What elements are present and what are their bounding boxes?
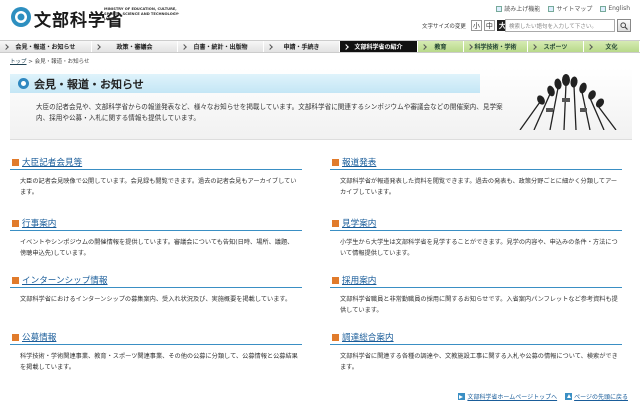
card-press-conference: 大臣記者会見等 大臣の記者会見映像で公開しています。会見録も閲覧できます。過去の…	[10, 155, 302, 198]
arrow-right-icon	[458, 393, 466, 400]
card-header: 見学案内	[330, 216, 622, 231]
text-size-switcher: 文字サイズの変更 小 中 大	[422, 20, 508, 31]
card-title-link[interactable]: 公募情報	[22, 331, 56, 343]
orange-bullet-icon	[12, 158, 19, 166]
home-link[interactable]: 文部科学省ホームページトップへ	[458, 392, 557, 401]
page-title-bar: 会見・報道・お知らせ	[10, 74, 480, 93]
card-description: 科学技術・学術関連事業、教育・スポーツ関連事業、その他の公募に分類して、公募情報…	[20, 353, 298, 371]
sitemap-link[interactable]: サイトマップ	[548, 4, 592, 13]
english-icon	[600, 5, 607, 12]
card-description: 文部科学省職員と非常勤職員の採用に関するお知らせです。入省案内パンフレットなど参…	[340, 296, 618, 314]
site-header: 文部科学省 MINISTRY OF EDUCATION, CULTURE, SP…	[0, 0, 640, 40]
text-size-medium-button[interactable]: 中	[483, 20, 495, 31]
search-button[interactable]	[617, 19, 631, 32]
card-description: 文部科学省が報道発表した資料を閲覧できます。過去の発表も、政策分野ごとに細かく分…	[340, 178, 618, 196]
breadcrumb-current: 会見・報道・お知らせ	[34, 59, 90, 65]
nav-item-policy[interactable]: 政策・審議会	[92, 41, 178, 52]
back-to-top-link[interactable]: ページの先頭に戻る	[565, 392, 628, 401]
global-nav: 会見・報道・お知らせ 政策・審議会 白書・統計・出版物 申請・手続き 文部科学省…	[0, 40, 640, 53]
title-bullet-icon	[18, 78, 29, 89]
orange-bullet-icon	[12, 219, 19, 227]
card-description: 文部科学省に関連する各種の調達や、文教施設工事に関する入札や公募の情報について、…	[340, 353, 618, 371]
read-aloud-icon	[496, 5, 503, 12]
card-title-link[interactable]: 調達総合案内	[342, 331, 394, 343]
card-title-link[interactable]: 採用案内	[342, 274, 376, 286]
card-internship: インターンシップ情報 文部科学省におけるインターンシップの募集案内、受入れ状況及…	[10, 273, 302, 305]
card-recruitment: 採用案内 文部科学省職員と非常勤職員の採用に関するお知らせです。入省案内パンフレ…	[330, 273, 622, 316]
breadcrumb-separator: >	[26, 59, 35, 65]
card-description: 文部科学省におけるインターンシップの募集案内、受入れ状況及び、実施概要を掲載して…	[20, 296, 292, 303]
search-icon	[620, 21, 628, 30]
logo-subtitle: MINISTRY OF EDUCATION, CULTURE, SPORTS, …	[104, 7, 180, 21]
card-tours: 見学案内 小学生から大学生は文部科学省を見学することができます。見学の内容や、申…	[330, 216, 622, 259]
orange-bullet-icon	[12, 276, 19, 284]
footer-links: 文部科学省ホームページトップへ ページの先頭に戻る	[458, 392, 628, 401]
card-header: 公募情報	[10, 330, 302, 345]
nav-item-application[interactable]: 申請・手続き	[264, 41, 340, 52]
card-header: 報道発表	[330, 155, 622, 170]
ministry-logo-icon[interactable]	[10, 6, 32, 28]
microphones-image	[519, 74, 617, 130]
nav-item-education[interactable]: 教育	[418, 41, 464, 52]
nav-item-about[interactable]: 文部科学省の紹介	[340, 41, 418, 52]
card-header: インターンシップ情報	[10, 273, 302, 288]
top-links: 読み上げ機能 サイトマップ English	[496, 4, 630, 13]
page-intro: 大臣の記者会見や、文部科学省からの報道発表など、様々なお知らせを掲載しています。…	[36, 103, 503, 122]
orange-bullet-icon	[12, 333, 19, 341]
card-procurement: 調達総合案内 文部科学省に関連する各種の調達や、文教施設工事に関する入札や公募の…	[330, 330, 622, 373]
card-public-offering: 公募情報 科学技術・学術関連事業、教育・スポーツ関連事業、その他の公募に分類して…	[10, 330, 302, 373]
breadcrumb: トップ > 会見・報道・お知らせ	[10, 57, 90, 65]
arrow-up-icon	[565, 393, 573, 400]
card-description: 小学生から大学生は文部科学省を見学することができます。見学の内容や、申込みの条件…	[340, 239, 618, 257]
text-size-label: 文字サイズの変更	[422, 23, 466, 30]
page-title: 会見・報道・お知らせ	[34, 78, 144, 91]
card-title-link[interactable]: インターンシップ情報	[22, 274, 108, 286]
card-description: 大臣の記者会見映像で公開しています。会見録も閲覧できます。過去の記者会見もアーカ…	[20, 178, 297, 196]
card-press-release: 報道発表 文部科学省が報道発表した資料を閲覧できます。過去の発表も、政策分野ごと…	[330, 155, 622, 198]
card-title-link[interactable]: 大臣記者会見等	[22, 156, 82, 168]
page-banner: 会見・報道・お知らせ 大臣の記者会見や、文部科学省からの報道発表など、様々なお知…	[10, 68, 632, 140]
english-link[interactable]: English	[600, 4, 630, 13]
nav-item-science[interactable]: 科学技術・学術	[464, 41, 528, 52]
orange-bullet-icon	[332, 158, 339, 166]
orange-bullet-icon	[332, 276, 339, 284]
card-header: 調達総合案内	[330, 330, 622, 345]
card-header: 採用案内	[330, 273, 622, 288]
card-header: 行事案内	[10, 216, 302, 231]
card-header: 大臣記者会見等	[10, 155, 302, 170]
sitemap-icon	[548, 5, 555, 12]
nav-item-whitepaper[interactable]: 白書・統計・出版物	[178, 41, 264, 52]
read-aloud-link[interactable]: 読み上げ機能	[496, 4, 540, 13]
card-events: 行事案内 イベントやシンポジウムの開催情報を提供しています。審議会についても告知…	[10, 216, 302, 259]
orange-bullet-icon	[332, 333, 339, 341]
breadcrumb-home-link[interactable]: トップ	[10, 59, 27, 65]
orange-bullet-icon	[332, 219, 339, 227]
card-title-link[interactable]: 見学案内	[342, 217, 376, 229]
search-input[interactable]: 検索したい語句を入力して下さい。	[505, 19, 615, 32]
nav-item-culture[interactable]: 文化	[584, 41, 640, 52]
nav-item-press[interactable]: 会見・報道・お知らせ	[0, 41, 92, 52]
nav-item-sports[interactable]: スポーツ	[528, 41, 584, 52]
text-size-small-button[interactable]: 小	[470, 20, 482, 31]
card-description: イベントやシンポジウムの開催情報を提供しています。審議会についても告知(日時、場…	[20, 239, 294, 257]
card-title-link[interactable]: 報道発表	[342, 156, 376, 168]
card-title-link[interactable]: 行事案内	[22, 217, 56, 229]
